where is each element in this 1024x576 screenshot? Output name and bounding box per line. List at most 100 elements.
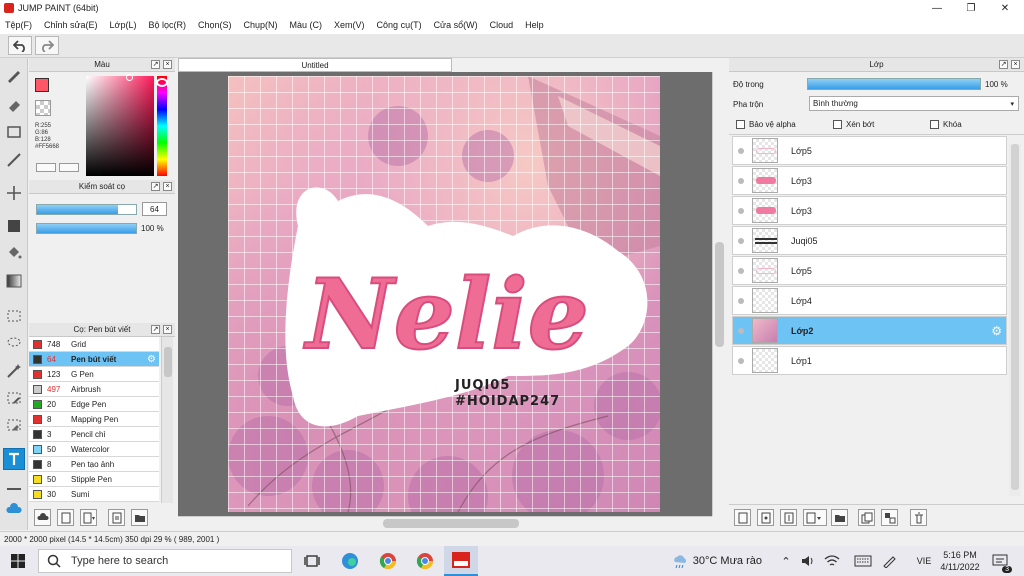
brush-list-item[interactable]: 123 G Pen [29, 367, 159, 382]
menu-item[interactable]: Màu (C) [290, 20, 323, 30]
gradient-tool[interactable] [3, 270, 25, 292]
visibility-toggle[interactable] [738, 237, 744, 244]
layer-row[interactable]: Lớp5 [732, 136, 1007, 165]
chrome-profile-button[interactable] [415, 551, 435, 571]
lasso-tool[interactable] [3, 332, 25, 354]
new-brush-button[interactable] [57, 509, 74, 526]
brush-list-item[interactable]: 497 Airbrush [29, 382, 159, 397]
menu-item[interactable]: Help [525, 20, 544, 30]
minimize-button[interactable]: — [920, 0, 954, 16]
menu-item[interactable]: Chỉnh sửa(E) [44, 20, 98, 30]
delete-layer-button[interactable] [910, 509, 927, 526]
color-mode-button[interactable] [36, 163, 56, 172]
layer-scroll-thumb[interactable] [1011, 144, 1019, 490]
panel-float-button[interactable]: ↗ [999, 60, 1008, 69]
layer-row[interactable]: Lớp4 [732, 286, 1007, 315]
select-rect-tool[interactable] [3, 305, 25, 327]
menu-item[interactable]: Bộ lọc(R) [148, 20, 186, 30]
brush-scroll-thumb[interactable] [164, 347, 172, 377]
visibility-toggle[interactable] [738, 177, 744, 184]
horizontal-scroll-thumb[interactable] [383, 519, 519, 528]
visibility-toggle[interactable] [738, 357, 744, 364]
merge-layer-button[interactable] [881, 509, 898, 526]
cloud-tool[interactable] [3, 498, 25, 520]
brush-list-item[interactable]: 3 Pencil chì [29, 427, 159, 442]
visibility-toggle[interactable] [738, 327, 744, 334]
menu-item[interactable]: Tệp(F) [5, 20, 32, 30]
notifications-button[interactable]: 3 [990, 551, 1012, 573]
brush-opacity-slider[interactable] [36, 223, 137, 234]
magic-wand-tool[interactable] [3, 360, 25, 382]
select-eraser-tool[interactable] [3, 414, 25, 436]
clock[interactable]: 5:16 PM 4/11/2022 [938, 549, 982, 573]
task-view-button[interactable] [302, 551, 322, 571]
divider-tool[interactable] [3, 478, 25, 500]
volume-button[interactable] [798, 551, 818, 571]
add-layer-menu-button[interactable] [803, 509, 827, 526]
pen-tool[interactable] [3, 64, 25, 86]
network-button[interactable] [822, 551, 842, 571]
vertical-scroll-thumb[interactable] [715, 242, 724, 347]
transparent-color-swatch[interactable] [35, 100, 51, 116]
move-tool[interactable] [3, 182, 25, 204]
blend-mode-select[interactable]: Bình thường ▾ [809, 96, 1019, 111]
brush-scrollbar[interactable] [161, 337, 173, 503]
panel-float-button[interactable]: ↗ [151, 325, 160, 334]
visibility-toggle[interactable] [738, 267, 744, 274]
panel-float-button[interactable]: ↗ [151, 60, 160, 69]
brush-list-item[interactable]: 50 Watercolor [29, 442, 159, 457]
brush-list-item[interactable]: 8 Mapping Pen [29, 412, 159, 427]
brush-menu-button[interactable] [80, 509, 97, 526]
layer-row[interactable]: Lớp2 ⚙ [732, 316, 1007, 345]
line-tool[interactable] [3, 149, 25, 171]
taskbar-search-input[interactable]: Type here to search [38, 549, 292, 573]
jump-paint-taskbar-button[interactable] [444, 546, 478, 576]
shape-tool[interactable] [3, 121, 25, 143]
brush-list-item[interactable]: 20 Edge Pen [29, 397, 159, 412]
layer-scrollbar[interactable] [1009, 144, 1021, 496]
canvas-vertical-scrollbar[interactable] [712, 72, 725, 516]
menu-item[interactable]: Công cụ(T) [377, 20, 422, 30]
redo-button[interactable] [35, 36, 59, 55]
text-tool[interactable] [3, 448, 25, 470]
canvas-horizontal-scrollbar[interactable] [178, 516, 712, 530]
panel-close-button[interactable]: × [163, 60, 172, 69]
hue-slider[interactable] [156, 76, 168, 176]
brush-list-item[interactable]: 30 Sumi [29, 487, 159, 502]
panel-float-button[interactable]: ↗ [151, 182, 160, 191]
brush-folder-button[interactable] [131, 509, 148, 526]
layer-row[interactable]: Lớp3 [732, 196, 1007, 225]
clipping-checkbox[interactable]: Xén bớt [833, 120, 874, 129]
panel-close-button[interactable]: × [163, 182, 172, 191]
menu-item[interactable]: Chụp(N) [244, 20, 278, 30]
protect-alpha-checkbox[interactable]: Bảo vệ alpha [736, 120, 796, 129]
show-hidden-icons-button[interactable]: ⌃ [776, 551, 796, 571]
start-button[interactable] [8, 551, 28, 571]
fill-rect-tool[interactable] [3, 215, 25, 237]
weather-widget[interactable]: 30°C Mưa rào [672, 551, 762, 571]
menu-item[interactable]: Cloud [490, 20, 514, 30]
gear-icon[interactable]: ⚙ [991, 324, 1002, 338]
foreground-color-swatch[interactable] [35, 78, 49, 92]
layer-row[interactable]: Lớp3 [732, 166, 1007, 195]
menu-item[interactable]: Chọn(S) [198, 20, 232, 30]
brush-list-item[interactable]: 64 Pen bút viết ⚙ [29, 352, 159, 367]
select-pen-tool[interactable] [3, 387, 25, 409]
keyboard-button[interactable] [853, 551, 873, 571]
menu-item[interactable]: Lớp(L) [110, 20, 137, 30]
saturation-value-picker[interactable] [86, 74, 154, 176]
duplicate-layer-button[interactable] [858, 509, 875, 526]
brush-list-item[interactable]: 50 Stipple Pen [29, 472, 159, 487]
language-button[interactable]: VIE [912, 551, 936, 571]
visibility-toggle[interactable] [738, 297, 744, 304]
brush-size-input[interactable]: 64 [142, 202, 167, 216]
document-tab[interactable]: Untitled [178, 58, 452, 72]
artwork-canvas[interactable]: Nelie JUQI05 #HOIDAP247 [228, 76, 660, 512]
layer-row[interactable]: Lớp5 [732, 256, 1007, 285]
edge-browser-button[interactable] [340, 551, 360, 571]
new-folder-button[interactable] [831, 509, 848, 526]
layer-opacity-slider[interactable] [807, 78, 981, 90]
lock-checkbox[interactable]: Khóa [930, 120, 962, 129]
close-button[interactable]: ✕ [988, 0, 1022, 16]
brush-list-item[interactable]: 8 Pen tạo ảnh [29, 457, 159, 472]
